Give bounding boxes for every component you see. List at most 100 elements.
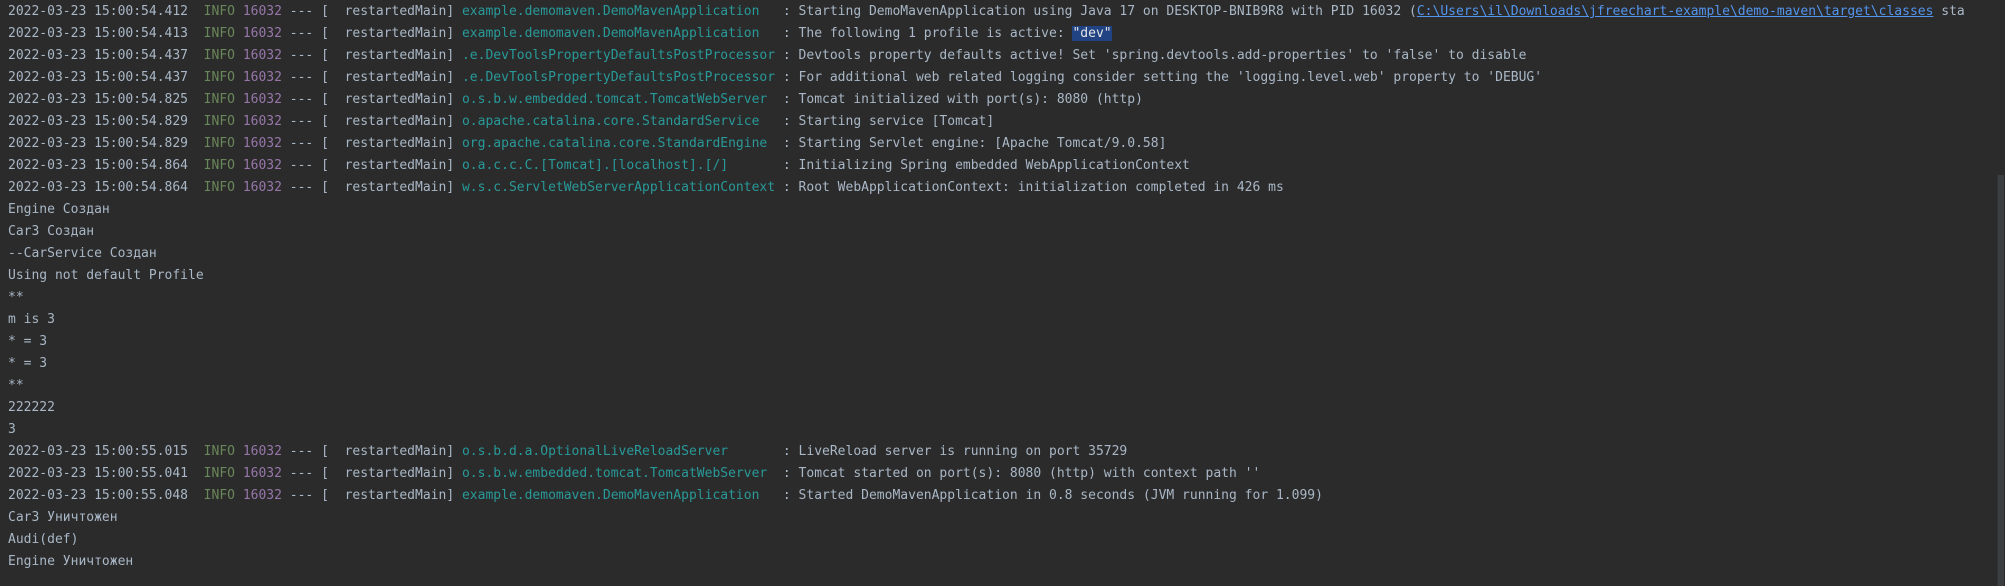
log-thread: [ restartedMain] bbox=[321, 488, 455, 503]
log-line: 2022-03-23 15:00:54.864 INFO 16032 --- [… bbox=[8, 177, 2005, 199]
stdout-text: Engine Создан bbox=[8, 202, 110, 217]
stdout-line: 3 bbox=[8, 419, 2005, 441]
classpath-link[interactable]: C:\Users\il\Downloads\jfreechart-example… bbox=[1417, 4, 1934, 19]
log-message: : For additional web related logging con… bbox=[782, 70, 1543, 85]
log-message: : Tomcat initialized with port(s): 8080 … bbox=[782, 92, 1143, 107]
stdout-line: --CarService Создан bbox=[8, 243, 2005, 265]
stdout-text: m is 3 bbox=[8, 312, 55, 327]
log-timestamp: 2022-03-23 15:00:54.413 bbox=[8, 26, 189, 41]
log-level: INFO bbox=[203, 26, 235, 41]
log-separator: --- bbox=[289, 92, 314, 107]
log-logger: o.a.c.c.C.[Tomcat].[localhost].[/] bbox=[461, 158, 776, 173]
log-line: 2022-03-23 15:00:54.829 INFO 16032 --- [… bbox=[8, 111, 2005, 133]
vertical-scrollbar[interactable] bbox=[1997, 0, 2005, 586]
log-pid: 16032 bbox=[242, 444, 282, 459]
console-lines: 2022-03-23 15:00:54.412 INFO 16032 --- [… bbox=[8, 1, 2005, 573]
log-logger: o.s.b.d.a.OptionalLiveReloadServer bbox=[461, 444, 776, 459]
stdout-text: --CarService Создан bbox=[8, 246, 157, 261]
log-pid: 16032 bbox=[242, 70, 282, 85]
log-pid: 16032 bbox=[242, 92, 282, 107]
log-level: INFO bbox=[203, 488, 235, 503]
log-logger: .e.DevToolsPropertyDefaultsPostProcessor bbox=[461, 48, 776, 63]
log-message: : Root WebApplicationContext: initializa… bbox=[782, 180, 1284, 195]
stdout-text: * = 3 bbox=[8, 334, 48, 349]
log-message: : Tomcat started on port(s): 8080 (http)… bbox=[782, 466, 1261, 481]
log-thread: [ restartedMain] bbox=[321, 70, 455, 85]
log-thread: [ restartedMain] bbox=[321, 444, 455, 459]
log-level: INFO bbox=[203, 92, 235, 107]
log-timestamp: 2022-03-23 15:00:54.864 bbox=[8, 180, 189, 195]
log-message: : LiveReload server is running on port 3… bbox=[782, 444, 1128, 459]
log-timestamp: 2022-03-23 15:00:55.015 bbox=[8, 444, 189, 459]
log-logger: w.s.c.ServletWebServerApplicationContext bbox=[461, 180, 776, 195]
log-pid: 16032 bbox=[242, 158, 282, 173]
log-message-tail: sta bbox=[1933, 4, 1965, 19]
stdout-line: Car3 Создан bbox=[8, 221, 2005, 243]
log-timestamp: 2022-03-23 15:00:54.829 bbox=[8, 136, 189, 151]
log-pid: 16032 bbox=[242, 26, 282, 41]
stdout-line: m is 3 bbox=[8, 309, 2005, 331]
log-thread: [ restartedMain] bbox=[321, 180, 455, 195]
log-separator: --- bbox=[289, 444, 314, 459]
log-level: INFO bbox=[203, 466, 235, 481]
stdout-line: Engine Создан bbox=[8, 199, 2005, 221]
log-thread: [ restartedMain] bbox=[321, 92, 455, 107]
stdout-line: 222222 bbox=[8, 397, 2005, 419]
stdout-text: * = 3 bbox=[8, 356, 48, 371]
log-pid: 16032 bbox=[242, 466, 282, 481]
log-separator: --- bbox=[289, 48, 314, 63]
log-timestamp: 2022-03-23 15:00:54.864 bbox=[8, 158, 189, 173]
log-thread: [ restartedMain] bbox=[321, 114, 455, 129]
log-thread: [ restartedMain] bbox=[321, 4, 455, 19]
scrollbar-thumb[interactable] bbox=[1997, 175, 2004, 586]
log-separator: --- bbox=[289, 466, 314, 481]
log-message: : Devtools property defaults active! Set… bbox=[782, 48, 1527, 63]
log-level: INFO bbox=[203, 180, 235, 195]
log-timestamp: 2022-03-23 15:00:54.829 bbox=[8, 114, 189, 129]
log-logger: o.apache.catalina.core.StandardService bbox=[461, 114, 776, 129]
stdout-text: ** bbox=[8, 378, 24, 393]
log-message: : Starting service [Tomcat] bbox=[782, 114, 995, 129]
stdout-text: 3 bbox=[8, 422, 16, 437]
stdout-text: Audi(def) bbox=[8, 532, 79, 547]
log-separator: --- bbox=[289, 180, 314, 195]
stdout-line: ** bbox=[8, 287, 2005, 309]
console-output[interactable]: 2022-03-23 15:00:54.412 INFO 16032 --- [… bbox=[0, 0, 2005, 586]
log-separator: --- bbox=[289, 488, 314, 503]
log-line: 2022-03-23 15:00:54.413 INFO 16032 --- [… bbox=[8, 23, 2005, 45]
log-separator: --- bbox=[289, 70, 314, 85]
log-level: INFO bbox=[203, 136, 235, 151]
log-timestamp: 2022-03-23 15:00:54.437 bbox=[8, 70, 189, 85]
stdout-text: Car3 Создан bbox=[8, 224, 95, 239]
stdout-text: ** bbox=[8, 290, 24, 305]
stdout-text: Car3 Уничтожен bbox=[8, 510, 118, 525]
stdout-line: Using not default Profile bbox=[8, 265, 2005, 287]
log-logger: o.s.b.w.embedded.tomcat.TomcatWebServer bbox=[461, 466, 776, 481]
stdout-line: Engine Уничтожен bbox=[8, 551, 2005, 573]
log-pid: 16032 bbox=[242, 114, 282, 129]
log-line: 2022-03-23 15:00:54.437 INFO 16032 --- [… bbox=[8, 45, 2005, 67]
log-message: : Started DemoMavenApplication in 0.8 se… bbox=[782, 488, 1323, 503]
log-level: INFO bbox=[203, 444, 235, 459]
log-message: : Initializing Spring embedded WebApplic… bbox=[782, 158, 1190, 173]
log-separator: --- bbox=[289, 26, 314, 41]
log-line: 2022-03-23 15:00:54.864 INFO 16032 --- [… bbox=[8, 155, 2005, 177]
log-message: : Starting Servlet engine: [Apache Tomca… bbox=[782, 136, 1167, 151]
log-timestamp: 2022-03-23 15:00:54.825 bbox=[8, 92, 189, 107]
log-message: : The following 1 profile is active: bbox=[782, 26, 1073, 41]
log-pid: 16032 bbox=[242, 488, 282, 503]
stdout-line: Car3 Уничтожен bbox=[8, 507, 2005, 529]
log-level: INFO bbox=[203, 70, 235, 85]
stdout-line: * = 3 bbox=[8, 331, 2005, 353]
log-line: 2022-03-23 15:00:55.041 INFO 16032 --- [… bbox=[8, 463, 2005, 485]
log-logger: example.demomaven.DemoMavenApplication bbox=[461, 4, 776, 19]
log-pid: 16032 bbox=[242, 48, 282, 63]
stdout-line: Audi(def) bbox=[8, 529, 2005, 551]
log-line: 2022-03-23 15:00:54.825 INFO 16032 --- [… bbox=[8, 89, 2005, 111]
log-separator: --- bbox=[289, 4, 314, 19]
log-pid: 16032 bbox=[242, 180, 282, 195]
log-level: INFO bbox=[203, 114, 235, 129]
stdout-line: * = 3 bbox=[8, 353, 2005, 375]
log-level: INFO bbox=[203, 48, 235, 63]
log-level: INFO bbox=[203, 158, 235, 173]
